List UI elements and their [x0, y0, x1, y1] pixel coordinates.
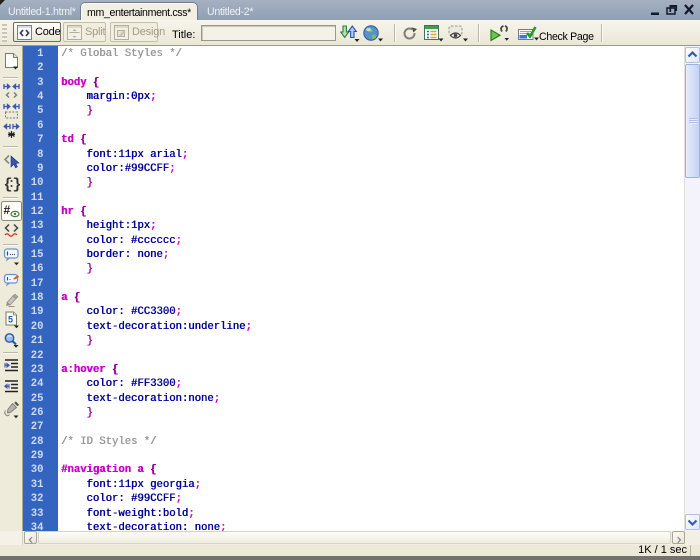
svg-text:5: 5 — [8, 315, 13, 325]
svg-text:#: # — [4, 203, 11, 217]
svg-text:}: } — [13, 177, 21, 193]
svg-text:{: { — [4, 177, 13, 193]
